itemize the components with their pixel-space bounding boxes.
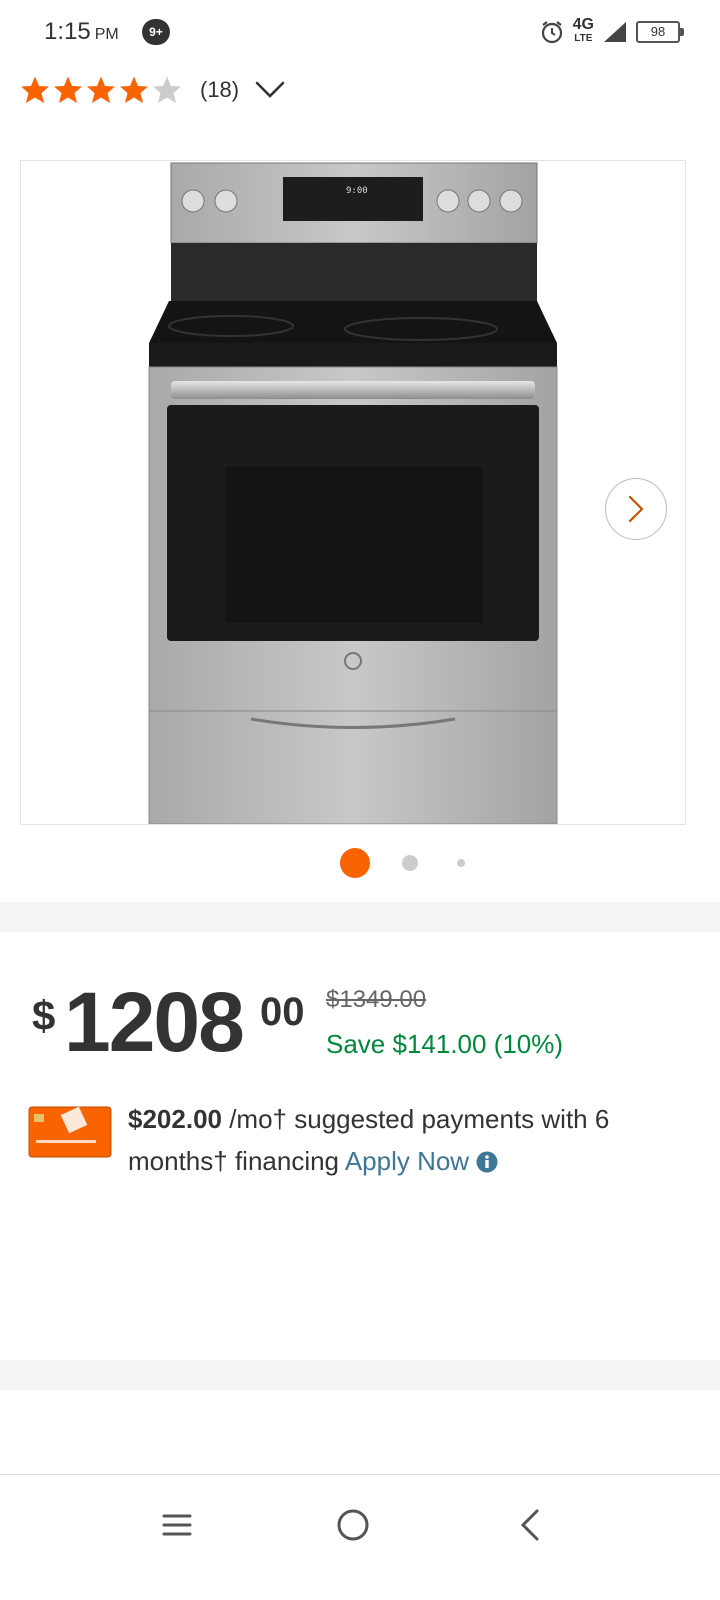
status-bar: 1:15 PM 9+ 4G LTE 98 bbox=[0, 0, 720, 64]
carousel-dot[interactable] bbox=[402, 855, 418, 871]
financing-text: $202.00 /mo† suggested payments with 6 m… bbox=[128, 1098, 688, 1182]
svg-text:9:00: 9:00 bbox=[346, 186, 368, 196]
carousel-dots bbox=[0, 848, 720, 878]
home-circle-icon bbox=[337, 1509, 369, 1541]
alarm-icon bbox=[541, 21, 562, 44]
review-count[interactable]: (18) bbox=[200, 77, 239, 103]
signal-icon bbox=[604, 22, 626, 42]
credit-card-image bbox=[28, 1106, 112, 1158]
chevron-right-icon bbox=[628, 495, 644, 523]
back-button[interactable] bbox=[508, 1503, 552, 1547]
menu-icon bbox=[162, 1514, 192, 1536]
price-cents: 00 bbox=[260, 990, 305, 1034]
star-filled-icon bbox=[21, 76, 49, 103]
chevron-down-icon[interactable] bbox=[255, 80, 285, 100]
carousel-dot[interactable] bbox=[457, 859, 465, 867]
home-button[interactable] bbox=[331, 1503, 375, 1547]
battery-indicator: 98 bbox=[636, 21, 684, 43]
star-filled-icon bbox=[54, 76, 82, 103]
status-time: 1:15 PM bbox=[44, 18, 119, 45]
notification-badge: 9+ bbox=[142, 19, 170, 45]
financing-amount: $202.00 bbox=[128, 1104, 222, 1134]
back-chevron-icon bbox=[520, 1509, 539, 1541]
status-icons: 4G LTE 98 bbox=[539, 16, 684, 48]
was-price: $1349.00 bbox=[326, 986, 427, 1013]
star-filled-icon bbox=[87, 76, 115, 103]
star-empty-icon bbox=[153, 76, 181, 103]
star-filled-icon bbox=[120, 76, 148, 103]
system-nav-bar bbox=[0, 1474, 720, 1600]
carousel-dot-active[interactable] bbox=[340, 848, 370, 878]
product-image[interactable]: 9:00 bbox=[20, 160, 686, 825]
section-divider bbox=[0, 902, 720, 932]
section-divider bbox=[0, 1360, 720, 1390]
price-currency: $ bbox=[32, 992, 56, 1039]
star-rating bbox=[20, 75, 182, 105]
savings-text: Save $141.00 (10%) bbox=[326, 1029, 564, 1059]
range-oven-image: 9:00 bbox=[148, 162, 558, 824]
rating-row[interactable]: (18) bbox=[20, 70, 285, 110]
menu-button[interactable] bbox=[155, 1503, 199, 1547]
info-icon[interactable] bbox=[476, 1151, 498, 1173]
price-dollars: 1208 bbox=[64, 975, 245, 1069]
network-indicator: 4G LTE bbox=[572, 16, 594, 45]
next-image-button[interactable] bbox=[605, 478, 667, 540]
apply-now-link[interactable]: Apply Now bbox=[345, 1146, 469, 1176]
